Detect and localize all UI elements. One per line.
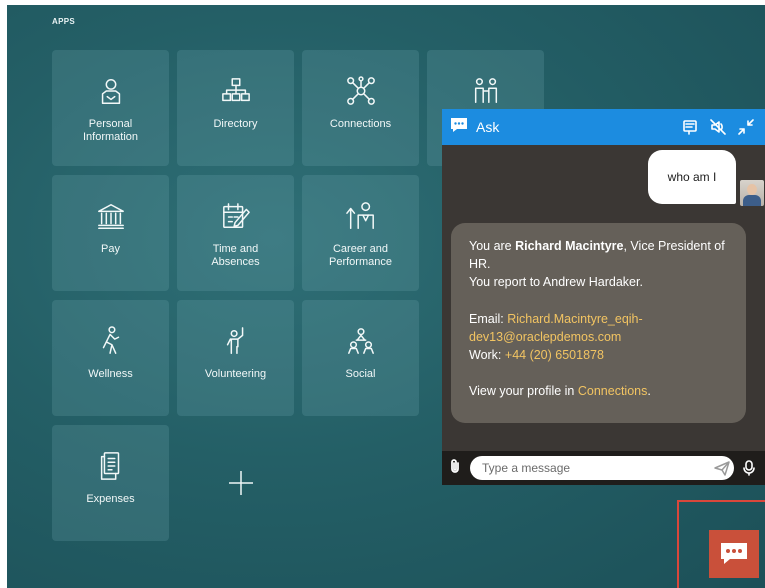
profile-prefix: View your profile in: [469, 384, 578, 399]
tile-social[interactable]: Social: [302, 300, 419, 416]
send-button[interactable]: [714, 460, 730, 476]
connections-link[interactable]: Connections: [578, 384, 648, 398]
chat-launcher-button[interactable]: [709, 530, 759, 578]
tile-label: Personal Information: [82, 118, 139, 143]
tile-connections[interactable]: Connections: [302, 50, 419, 166]
tile-directory[interactable]: Directory: [177, 50, 294, 166]
minimize-button[interactable]: [735, 117, 757, 137]
social-icon: [344, 324, 378, 358]
plus-icon: [228, 471, 253, 495]
volunteer-icon: [219, 324, 253, 358]
chat-bubble-icon: [721, 543, 747, 564]
message-composer: [442, 451, 765, 485]
chat-header: Ask: [442, 109, 765, 145]
avatar: [740, 180, 764, 206]
phone-link[interactable]: +44 (20) 6501878: [505, 348, 604, 362]
message-input[interactable]: [470, 456, 734, 480]
apps-heading: APPS: [52, 17, 75, 26]
tile-volunteering[interactable]: Volunteering: [177, 300, 294, 416]
reply-prefix: You are: [469, 239, 516, 253]
tile-label: Wellness: [88, 368, 133, 380]
tile-label: Directory: [213, 118, 258, 130]
tile-label: Connections: [329, 118, 392, 130]
tile-personal-information[interactable]: Personal Information: [52, 50, 169, 166]
work-label: Work:: [469, 348, 505, 363]
tile-label: Expenses: [86, 493, 135, 505]
speaker-mute-icon: [710, 119, 726, 135]
tile-pay[interactable]: Pay: [52, 175, 169, 291]
paperclip-icon: [451, 458, 459, 473]
attach-button[interactable]: [448, 458, 462, 479]
reply-report-line: You report to Andrew Hardaker.: [469, 275, 643, 290]
user-message-bubble: who am I: [648, 150, 736, 204]
send-icon: [714, 461, 730, 476]
ask-chat-panel: Ask who am I You are Richard Macintyre, …: [442, 109, 765, 485]
profile-suffix: .: [647, 384, 651, 399]
calendar-edit-icon: [219, 199, 253, 233]
reply-name: Richard Macintyre: [515, 239, 624, 253]
tile-label: Social: [345, 368, 376, 380]
tile-wellness[interactable]: Wellness: [52, 300, 169, 416]
bank-icon: [94, 199, 128, 233]
tile-label: Career and Performance: [329, 243, 392, 268]
tile-label: Pay: [101, 243, 120, 255]
tile-expenses[interactable]: Expenses: [52, 425, 169, 541]
career-icon: [344, 199, 378, 233]
fitness-icon: [94, 324, 128, 358]
expense-doc-icon: [94, 449, 128, 483]
collapse-icon: [738, 119, 754, 135]
microphone-button[interactable]: [742, 460, 756, 476]
transcript-button[interactable]: [679, 117, 701, 137]
bot-reply-bubble: You are Richard Macintyre, Vice Presiden…: [451, 223, 746, 423]
add-app-button[interactable]: [182, 425, 299, 541]
person-id-icon: [94, 74, 128, 108]
chat-title: Ask: [476, 119, 500, 135]
network-icon: [344, 74, 378, 108]
chat-bubble-icon: [450, 117, 468, 138]
microphone-icon: [743, 460, 755, 476]
tile-label: Time and Absences: [211, 243, 260, 268]
mute-button[interactable]: [707, 117, 729, 137]
team-icon: [469, 74, 503, 108]
email-label: Email:: [469, 311, 508, 326]
org-chart-icon: [219, 74, 253, 108]
tile-time-and-absences[interactable]: Time and Absences: [177, 175, 294, 291]
transcript-icon: [683, 120, 697, 135]
tile-label: Volunteering: [204, 368, 267, 380]
tile-career-and-performance[interactable]: Career and Performance: [302, 175, 419, 291]
